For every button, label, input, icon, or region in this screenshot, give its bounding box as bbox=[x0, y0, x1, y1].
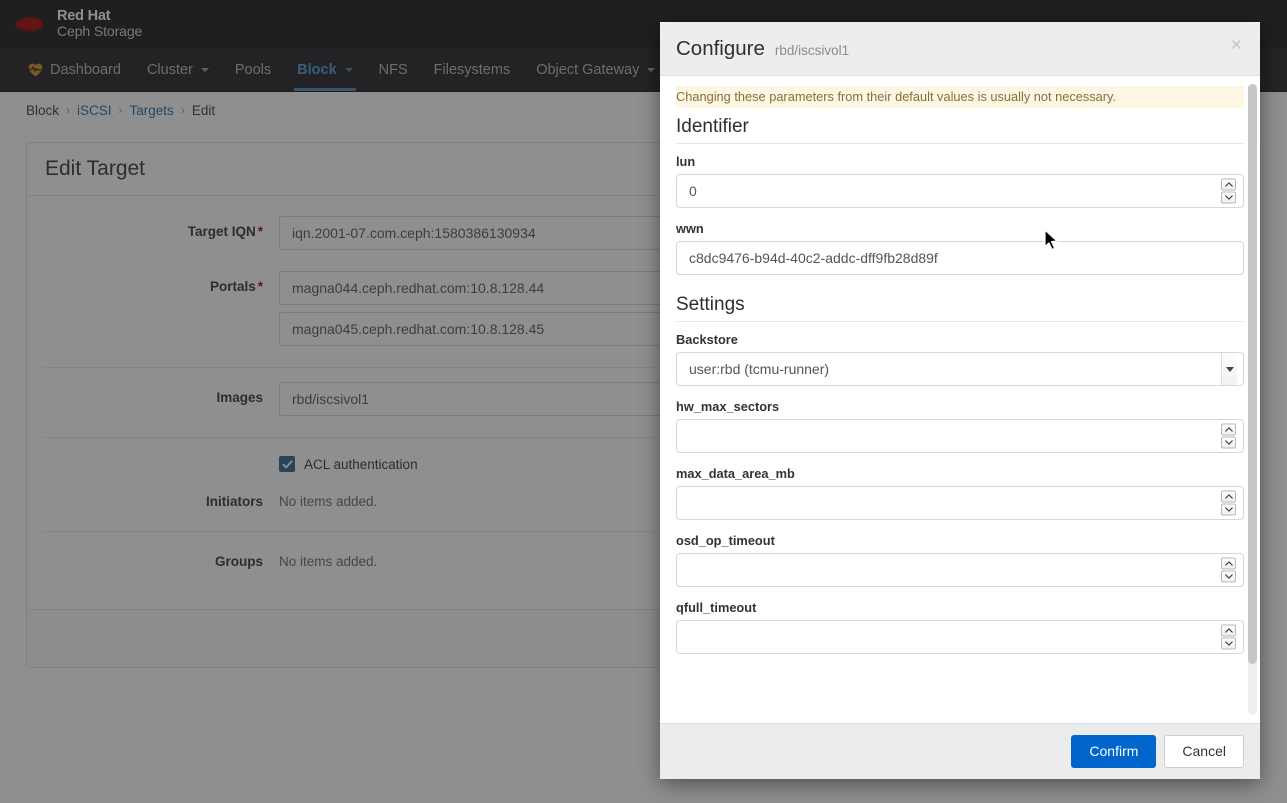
section-heading-identifier: Identifier bbox=[676, 110, 1244, 144]
input-osd-op-timeout[interactable] bbox=[676, 553, 1244, 587]
chevron-up-icon[interactable] bbox=[1221, 178, 1236, 191]
confirm-button[interactable]: Confirm bbox=[1071, 734, 1157, 768]
lun-stepper[interactable] bbox=[1221, 178, 1236, 204]
modal-header: Configure rbd/iscsivol1 × bbox=[660, 22, 1260, 76]
field-wwn: wwn c8dc9476-b94d-40c2-addc-dff9fb28d89f bbox=[676, 221, 1244, 275]
modal-body: Changing these parameters from their def… bbox=[660, 76, 1260, 723]
label-qfull-timeout: qfull_timeout bbox=[676, 600, 757, 615]
chevron-up-icon[interactable] bbox=[1221, 490, 1236, 503]
chevron-down-icon[interactable] bbox=[1221, 637, 1236, 650]
warning-note: Changing these parameters from their def… bbox=[676, 86, 1244, 108]
input-lun-value: 0 bbox=[689, 183, 697, 199]
close-icon[interactable]: × bbox=[1227, 34, 1246, 57]
field-lun: lun 0 bbox=[676, 154, 1244, 208]
modal-scrollbar[interactable] bbox=[1248, 84, 1257, 715]
max-data-area-mb-stepper[interactable] bbox=[1221, 490, 1236, 516]
modal-scrollbar-thumb[interactable] bbox=[1248, 84, 1257, 665]
field-backstore: Backstore user:rbd (tcmu-runner) bbox=[676, 332, 1244, 386]
field-osd-op-timeout: osd_op_timeout bbox=[676, 533, 1244, 587]
app-root: Red Hat Ceph Storage Dashboard Cluster P… bbox=[0, 0, 1287, 803]
chevron-down-icon[interactable] bbox=[1221, 570, 1236, 583]
chevron-down-icon[interactable] bbox=[1221, 191, 1236, 204]
chevron-down-icon[interactable] bbox=[1221, 353, 1237, 385]
chevron-up-icon[interactable] bbox=[1221, 624, 1236, 637]
field-qfull-timeout: qfull_timeout bbox=[676, 600, 1244, 654]
select-backstore-value: user:rbd (tcmu-runner) bbox=[689, 361, 830, 377]
configure-modal: Configure rbd/iscsivol1 × Changing these… bbox=[660, 22, 1260, 779]
chevron-up-icon[interactable] bbox=[1221, 423, 1236, 436]
input-lun[interactable]: 0 bbox=[676, 174, 1244, 208]
chevron-down-icon[interactable] bbox=[1221, 436, 1236, 449]
select-backstore[interactable]: user:rbd (tcmu-runner) bbox=[676, 352, 1244, 386]
modal-subtitle: rbd/iscsivol1 bbox=[774, 43, 850, 58]
chevron-up-icon[interactable] bbox=[1221, 557, 1236, 570]
label-osd-op-timeout: osd_op_timeout bbox=[676, 533, 775, 548]
field-hw-max-sectors: hw_max_sectors bbox=[676, 399, 1244, 453]
label-lun: lun bbox=[676, 154, 696, 169]
qfull-timeout-stepper[interactable] bbox=[1221, 624, 1236, 650]
cancel-button[interactable]: Cancel bbox=[1164, 734, 1244, 768]
osd-op-timeout-stepper[interactable] bbox=[1221, 557, 1236, 583]
input-wwn[interactable]: c8dc9476-b94d-40c2-addc-dff9fb28d89f bbox=[676, 241, 1244, 275]
field-max-data-area-mb: max_data_area_mb bbox=[676, 466, 1244, 520]
modal-footer: Confirm Cancel bbox=[660, 722, 1260, 779]
input-wwn-value: c8dc9476-b94d-40c2-addc-dff9fb28d89f bbox=[689, 250, 938, 266]
label-wwn: wwn bbox=[676, 221, 704, 236]
hw-max-sectors-stepper[interactable] bbox=[1221, 423, 1236, 449]
modal-title: Configure bbox=[676, 37, 765, 60]
input-hw-max-sectors[interactable] bbox=[676, 419, 1244, 453]
chevron-down-icon[interactable] bbox=[1221, 503, 1236, 516]
label-hw-max-sectors: hw_max_sectors bbox=[676, 399, 780, 414]
section-heading-settings: Settings bbox=[676, 288, 1244, 322]
label-max-data-area-mb: max_data_area_mb bbox=[676, 466, 795, 481]
input-qfull-timeout[interactable] bbox=[676, 620, 1244, 654]
label-backstore: Backstore bbox=[676, 332, 738, 347]
input-max-data-area-mb[interactable] bbox=[676, 486, 1244, 520]
